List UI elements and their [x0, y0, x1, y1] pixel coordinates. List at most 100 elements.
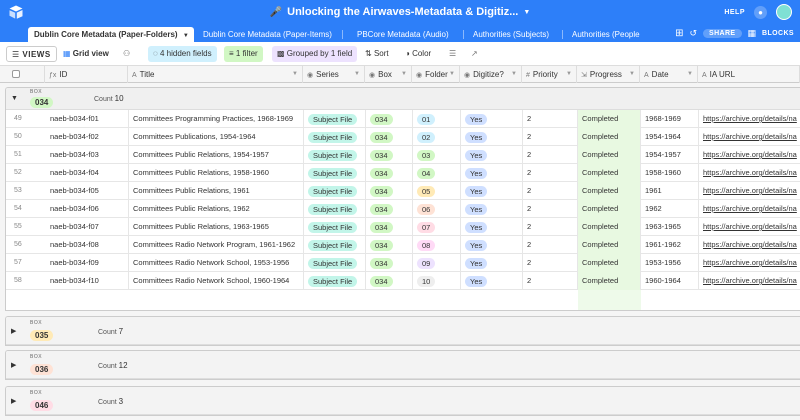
- table-row[interactable]: 58 naeb-b034-f10 Committees Radio Network …: [6, 272, 800, 290]
- user-avatar[interactable]: [776, 4, 792, 20]
- chevron-down-icon[interactable]: ▼: [401, 66, 407, 83]
- cell-folder[interactable]: 10: [413, 272, 461, 290]
- add-table-icon[interactable]: ⊞: [675, 28, 683, 39]
- ia-url-link[interactable]: https://archive.org/details/na: [703, 276, 797, 285]
- cell-priority[interactable]: 2: [523, 110, 578, 128]
- cell-digitize[interactable]: Yes: [461, 146, 523, 164]
- cell-folder[interactable]: 09: [413, 254, 461, 272]
- cell-box[interactable]: 034: [366, 200, 413, 218]
- table-row[interactable]: 50 naeb-b034-f02 Committees Publications, …: [6, 128, 800, 146]
- cell-title[interactable]: Committees Public Relations, 1958-1960: [129, 164, 304, 182]
- table-row[interactable]: 53 naeb-b034-f05 Committees Public Relatio…: [6, 182, 800, 200]
- cell-date[interactable]: 1963-1965: [641, 218, 699, 236]
- column-header-digitize[interactable]: ◉ Digitize? ▼: [460, 66, 522, 83]
- cell-series[interactable]: Subject File: [304, 182, 366, 200]
- cell-ia-url[interactable]: https://archive.org/details/na: [699, 128, 800, 146]
- chevron-down-icon[interactable]: ▼: [354, 66, 360, 83]
- cell-digitize[interactable]: Yes: [461, 218, 523, 236]
- filter-button[interactable]: ≡ 1 filter: [224, 46, 263, 62]
- cell-date[interactable]: 1958-1960: [641, 164, 699, 182]
- cell-digitize[interactable]: Yes: [461, 272, 523, 290]
- cell-date[interactable]: 1962: [641, 200, 699, 218]
- share-button[interactable]: SHARE: [703, 28, 742, 38]
- cell-box[interactable]: 034: [366, 236, 413, 254]
- cell-box[interactable]: 034: [366, 164, 413, 182]
- table-row[interactable]: 57 naeb-b034-f09 Committees Radio Network …: [6, 254, 800, 272]
- history-icon[interactable]: ↺: [689, 28, 697, 39]
- sort-button[interactable]: ⇅ Sort: [360, 46, 394, 62]
- cell-title[interactable]: Committees Public Relations, 1961: [129, 182, 304, 200]
- column-header-date[interactable]: A Date ▼: [640, 66, 698, 83]
- cell-title[interactable]: Committees Publications, 1954-1964: [129, 128, 304, 146]
- checkbox-icon[interactable]: [12, 70, 20, 78]
- tab-authorities-people[interactable]: Authorities (People: [566, 27, 658, 42]
- cell-ia-url[interactable]: https://archive.org/details/na: [699, 236, 800, 254]
- cell-id[interactable]: naeb-b034-f04: [46, 164, 129, 182]
- cell-progress[interactable]: Completed: [578, 218, 641, 236]
- select-all-checkbox[interactable]: [0, 66, 45, 83]
- cell-series[interactable]: Subject File: [304, 200, 366, 218]
- cell-ia-url[interactable]: https://archive.org/details/na: [699, 164, 800, 182]
- cell-box[interactable]: 034: [366, 254, 413, 272]
- chevron-down-icon[interactable]: ▼: [449, 66, 455, 83]
- cell-digitize[interactable]: Yes: [461, 200, 523, 218]
- tab-dublin-core-items[interactable]: Dublin Core Metadata (Paper-Items): [197, 27, 338, 42]
- cell-folder[interactable]: 03: [413, 146, 461, 164]
- cell-id[interactable]: naeb-b034-f06: [46, 200, 129, 218]
- cell-digitize[interactable]: Yes: [461, 110, 523, 128]
- cell-id[interactable]: naeb-b034-f10: [46, 272, 129, 290]
- cell-digitize[interactable]: Yes: [461, 128, 523, 146]
- collapse-group-icon[interactable]: ▼: [11, 95, 18, 102]
- blocks-button[interactable]: BLOCKS: [762, 30, 794, 37]
- row-height-icon[interactable]: ☰: [444, 46, 461, 62]
- cell-ia-url[interactable]: https://archive.org/details/na: [699, 272, 800, 290]
- cell-priority[interactable]: 2: [523, 146, 578, 164]
- cell-priority[interactable]: 2: [523, 254, 578, 272]
- chevron-down-icon[interactable]: ▼: [687, 66, 693, 83]
- column-header-progress[interactable]: ⇲ Progress ▼: [577, 66, 640, 83]
- tab-authorities-subjects[interactable]: Authorities (Subjects): [467, 27, 555, 42]
- cell-folder[interactable]: 06: [413, 200, 461, 218]
- ia-url-link[interactable]: https://archive.org/details/na: [703, 186, 797, 195]
- ia-url-link[interactable]: https://archive.org/details/na: [703, 240, 797, 249]
- cell-priority[interactable]: 2: [523, 272, 578, 290]
- column-header-series[interactable]: ◉ Series ▼: [303, 66, 365, 83]
- cell-priority[interactable]: 2: [523, 128, 578, 146]
- column-header-box[interactable]: ◉ Box ▼: [365, 66, 412, 83]
- group-header[interactable]: ▶ BOX 035 Count 7: [6, 317, 800, 345]
- cell-digitize[interactable]: Yes: [461, 164, 523, 182]
- cell-folder[interactable]: 07: [413, 218, 461, 236]
- cell-priority[interactable]: 2: [523, 182, 578, 200]
- cell-progress[interactable]: Completed: [578, 182, 641, 200]
- cell-id[interactable]: naeb-b034-f08: [46, 236, 129, 254]
- chevron-down-icon[interactable]: ▼: [629, 66, 635, 83]
- cell-title[interactable]: Committees Radio Network School, 1960-19…: [129, 272, 304, 290]
- expand-group-icon[interactable]: ▶: [11, 327, 16, 335]
- color-button[interactable]: ◑ Color: [400, 46, 436, 62]
- cell-box[interactable]: 034: [366, 182, 413, 200]
- chevron-down-icon[interactable]: ▼: [523, 9, 530, 16]
- table-row[interactable]: 52 naeb-b034-f04 Committees Public Relatio…: [6, 164, 800, 182]
- column-header-folder[interactable]: ◉ Folder ▼: [412, 66, 460, 83]
- cell-digitize[interactable]: Yes: [461, 182, 523, 200]
- cell-priority[interactable]: 2: [523, 236, 578, 254]
- base-title[interactable]: Unlocking the Airwaves-Metadata & Digiti…: [287, 6, 518, 18]
- group-button[interactable]: ▩ Grouped by 1 field: [272, 46, 358, 62]
- chevron-down-icon[interactable]: ▼: [511, 66, 517, 83]
- cell-ia-url[interactable]: https://archive.org/details/na: [699, 146, 800, 164]
- ia-url-link[interactable]: https://archive.org/details/na: [703, 204, 797, 213]
- cell-date[interactable]: 1961-1962: [641, 236, 699, 254]
- cell-id[interactable]: naeb-b034-f01: [46, 110, 129, 128]
- cell-box[interactable]: 034: [366, 272, 413, 290]
- cell-folder[interactable]: 04: [413, 164, 461, 182]
- cell-ia-url[interactable]: https://archive.org/details/na: [699, 218, 800, 236]
- group-header[interactable]: ▶ BOX 036 Count 12: [6, 351, 800, 379]
- chevron-down-icon[interactable]: ▼: [292, 66, 298, 83]
- cell-title[interactable]: Committees Radio Network Program, 1961-1…: [129, 236, 304, 254]
- ia-url-link[interactable]: https://archive.org/details/na: [703, 222, 797, 231]
- ia-url-link[interactable]: https://archive.org/details/na: [703, 114, 797, 123]
- cell-series[interactable]: Subject File: [304, 128, 366, 146]
- cell-progress[interactable]: Completed: [578, 128, 641, 146]
- ia-url-link[interactable]: https://archive.org/details/na: [703, 258, 797, 267]
- tab-pbcore-audio[interactable]: PBCore Metadata (Audio): [351, 27, 455, 42]
